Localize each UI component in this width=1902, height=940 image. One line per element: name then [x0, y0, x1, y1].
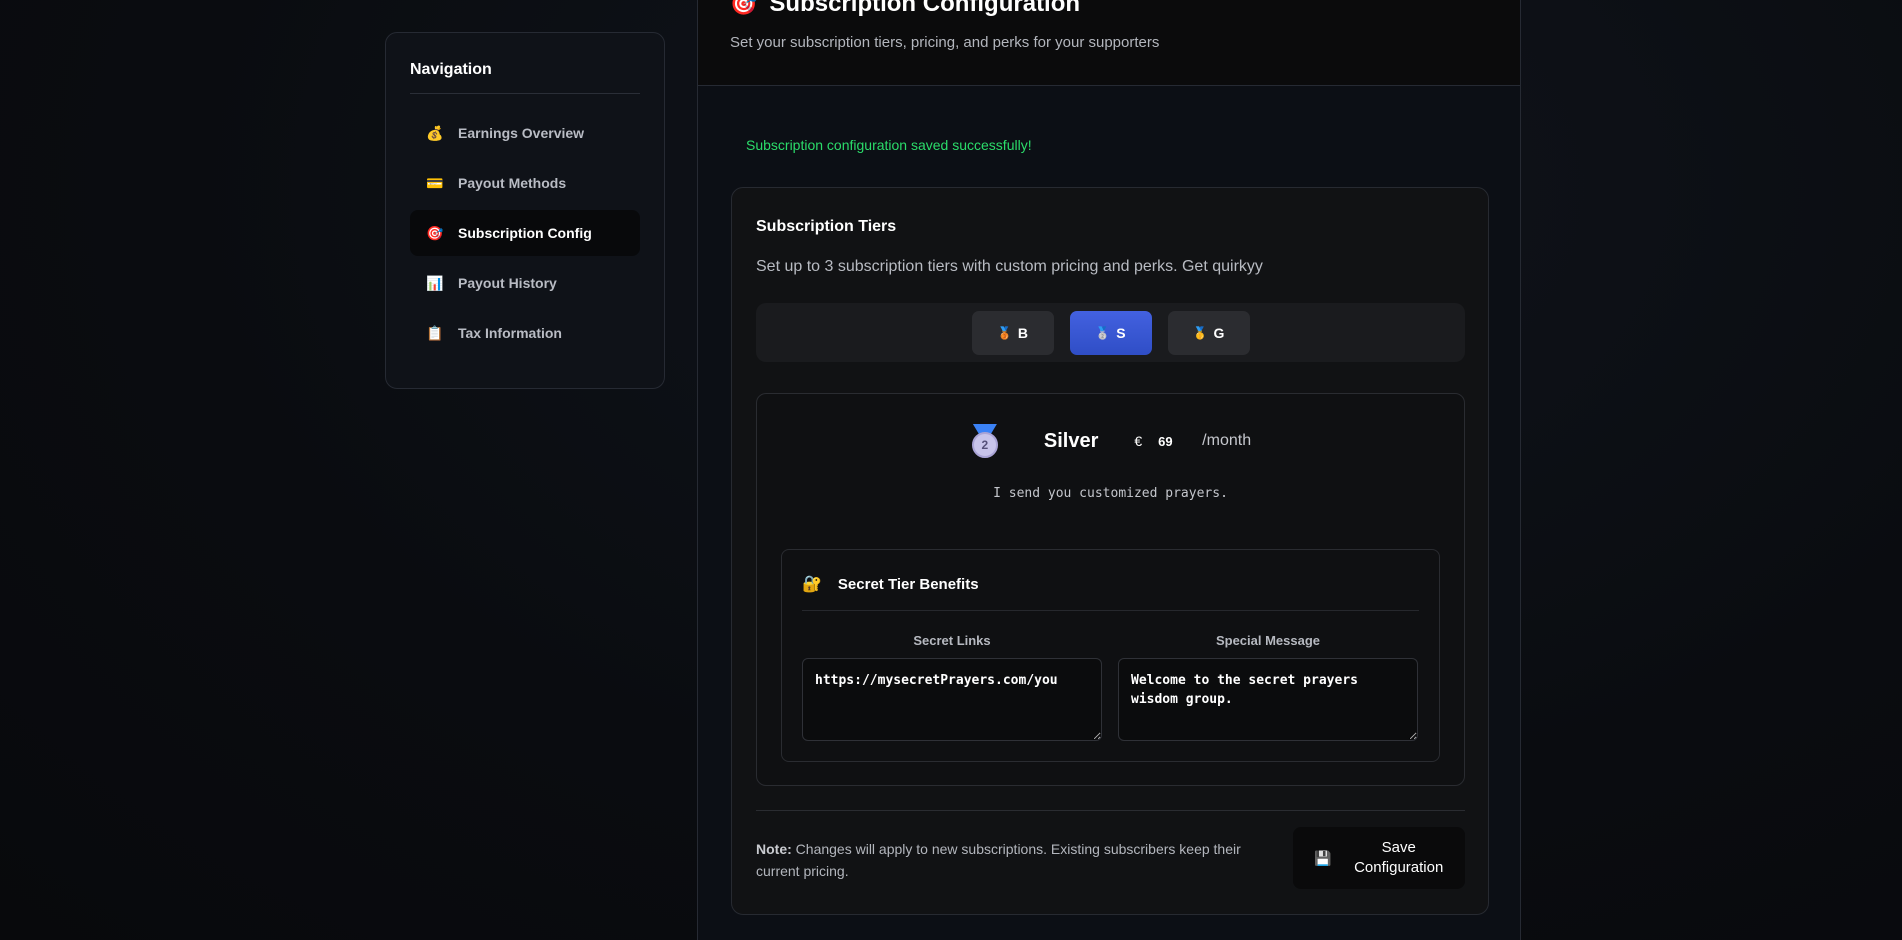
page-subtitle: Set your subscription tiers, pricing, an…: [730, 34, 1160, 51]
lock-icon: 🔐: [802, 576, 822, 593]
tab-gold[interactable]: 🥇 G: [1167, 310, 1250, 355]
medal-number: 2: [971, 432, 998, 458]
tier-header: 2 Silver € /month: [757, 424, 1464, 458]
money-bag-icon: 💰: [426, 124, 444, 141]
tab-label: S: [1116, 324, 1126, 341]
special-message-label: Special Message: [1215, 633, 1321, 648]
special-message-input[interactable]: Welcome to the secret prayers wisdom gro…: [1118, 658, 1418, 741]
tab-label: B: [1017, 324, 1029, 341]
note: Note: Changes will apply to new subscrip…: [756, 838, 1276, 882]
tab-silver[interactable]: 🥈 S: [1069, 310, 1152, 355]
secret-links-label: Secret Links: [913, 633, 991, 648]
bronze-medal-icon: 🥉: [996, 325, 1012, 340]
note-label: Note:: [756, 841, 792, 857]
target-icon: 🎯: [426, 224, 444, 241]
bar-chart-icon: 📊: [426, 274, 444, 291]
secret-benefits-box: 🔐 Secret Tier Benefits Secret Links http…: [781, 549, 1440, 762]
silver-medal-icon: 🥈: [1095, 325, 1111, 340]
tab-bronze[interactable]: 🥉 B: [971, 310, 1054, 355]
card-title: Subscription Tiers: [756, 218, 897, 235]
secret-benefits-title: Secret Tier Benefits: [837, 575, 979, 593]
gold-medal-icon: 🥇: [1192, 325, 1208, 340]
tier-name: Silver: [1043, 429, 1099, 452]
secret-links-field: Secret Links https://mysecretPrayers.com…: [802, 633, 1102, 746]
sidebar-title: Navigation: [410, 61, 640, 94]
save-configuration-button[interactable]: 💾 Save Configuration: [1293, 827, 1465, 889]
save-button-label: Save Configuration: [1354, 839, 1444, 876]
success-message: Subscription configuration saved success…: [746, 137, 1032, 153]
sidebar-item-payout-history[interactable]: 📊 Payout History: [410, 260, 640, 306]
price-input[interactable]: [1158, 429, 1193, 453]
page-header: 🎯 Subscription Configuration Set your su…: [698, 0, 1520, 86]
clipboard-icon: 📋: [426, 324, 444, 341]
note-text: Changes will apply to new subscriptions.…: [756, 841, 1241, 879]
tier-panel: 2 Silver € /month I send you customized …: [756, 393, 1465, 786]
sidebar-item-subscription-config[interactable]: 🎯 Subscription Config: [410, 210, 640, 256]
secret-links-input[interactable]: https://mysecretPrayers.com/you: [802, 658, 1102, 741]
sidebar-item-tax-information[interactable]: 📋 Tax Information: [410, 310, 640, 356]
sidebar-item-label: Tax Information: [458, 325, 562, 341]
subscription-tiers-card: Subscription Tiers Set up to 3 subscript…: [731, 187, 1489, 915]
sidebar-item-label: Earnings Overview: [458, 125, 585, 141]
sidebar-item-payout-methods[interactable]: 💳 Payout Methods: [410, 160, 640, 206]
sidebar: Navigation 💰 Earnings Overview 💳 Payout …: [385, 32, 665, 389]
page-title: 🎯 Subscription Configuration: [730, 0, 1080, 18]
divider: [756, 810, 1465, 811]
card-description: Set up to 3 subscription tiers with cust…: [756, 258, 1263, 275]
credit-card-icon: 💳: [426, 174, 444, 191]
sidebar-item-label: Payout Methods: [458, 175, 567, 191]
divider: [802, 610, 1419, 611]
price-period: /month: [1202, 432, 1252, 449]
sidebar-item-label: Payout History: [458, 275, 557, 291]
secret-benefits-header: 🔐 Secret Tier Benefits: [802, 574, 979, 594]
page-title-text: Subscription Configuration: [769, 0, 1081, 17]
currency-symbol: €: [1134, 433, 1143, 449]
silver-medal-icon: 2: [970, 424, 1000, 458]
main-content: 🎯 Subscription Configuration Set your su…: [697, 0, 1521, 940]
tier-description[interactable]: I send you customized prayers.: [757, 486, 1464, 501]
tab-label: G: [1213, 324, 1225, 341]
special-message-field: Special Message Welcome to the secret pr…: [1118, 633, 1418, 746]
sidebar-item-label: Subscription Config: [458, 225, 592, 241]
floppy-disk-icon: 💾: [1314, 850, 1332, 866]
sidebar-item-earnings-overview[interactable]: 💰 Earnings Overview: [410, 110, 640, 156]
tier-tabs: 🥉 B 🥈 S 🥇 G: [756, 303, 1465, 362]
target-icon: 🎯: [730, 0, 758, 16]
